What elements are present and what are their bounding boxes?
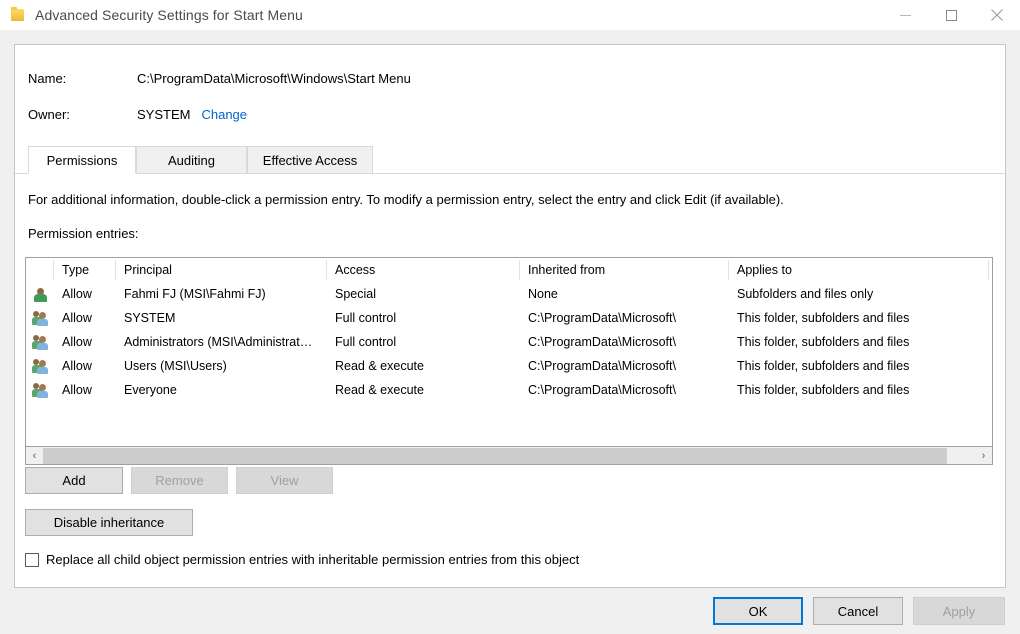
owner-row: Owner: SYSTEM Change bbox=[28, 107, 247, 122]
row-icon-cell bbox=[26, 354, 54, 378]
replace-child-permissions-label: Replace all child object permission entr… bbox=[46, 552, 579, 567]
minimize-icon[interactable] bbox=[882, 0, 928, 30]
group-icon bbox=[32, 358, 48, 374]
remove-button: Remove bbox=[131, 467, 228, 494]
cell-inherited-from: C:\ProgramData\Microsoft\ bbox=[520, 378, 729, 402]
scroll-right-icon[interactable]: › bbox=[975, 448, 992, 464]
scrollbar-track[interactable] bbox=[43, 448, 975, 464]
tab-effective-access-label: Effective Access bbox=[263, 153, 357, 168]
cell-inherited-from: None bbox=[520, 282, 729, 306]
cell-type: Allow bbox=[54, 306, 116, 330]
cell-inherited-from: C:\ProgramData\Microsoft\ bbox=[520, 330, 729, 354]
tab-auditing-label: Auditing bbox=[168, 153, 215, 168]
horizontal-scrollbar[interactable]: ‹ › bbox=[25, 447, 993, 465]
cell-access: Read & execute bbox=[327, 354, 520, 378]
view-button: View bbox=[236, 467, 333, 494]
dialog-panel: Name: C:\ProgramData\Microsoft\Windows\S… bbox=[14, 44, 1006, 588]
tab-strip: Permissions Auditing Effective Access bbox=[15, 146, 1005, 174]
column-header-applies-to[interactable]: Applies to bbox=[729, 258, 989, 282]
name-label: Name: bbox=[28, 71, 137, 86]
scroll-left-icon[interactable]: ‹ bbox=[26, 448, 43, 464]
cell-inherited-from: C:\ProgramData\Microsoft\ bbox=[520, 306, 729, 330]
row-icon-cell bbox=[26, 282, 54, 306]
cell-type: Allow bbox=[54, 282, 116, 306]
table-row[interactable]: Allow Administrators (MSI\Administrat… F… bbox=[26, 330, 992, 354]
title-bar: Advanced Security Settings for Start Men… bbox=[0, 0, 1020, 30]
name-value: C:\ProgramData\Microsoft\Windows\Start M… bbox=[137, 71, 411, 86]
change-owner-link[interactable]: Change bbox=[201, 107, 247, 122]
ok-button[interactable]: OK bbox=[713, 597, 803, 625]
replace-child-permissions-row: Replace all child object permission entr… bbox=[25, 552, 579, 567]
scrollbar-thumb[interactable] bbox=[43, 448, 947, 464]
info-text: For additional information, double-click… bbox=[28, 192, 784, 207]
disable-inheritance-button[interactable]: Disable inheritance bbox=[25, 509, 193, 536]
tab-permissions[interactable]: Permissions bbox=[28, 146, 136, 174]
table-row[interactable]: Allow Users (MSI\Users) Read & execute C… bbox=[26, 354, 992, 378]
cell-access: Read & execute bbox=[327, 378, 520, 402]
cell-applies-to: This folder, subfolders and files bbox=[729, 378, 989, 402]
cell-inherited-from: C:\ProgramData\Microsoft\ bbox=[520, 354, 729, 378]
add-button[interactable]: Add bbox=[25, 467, 123, 494]
cell-type: Allow bbox=[54, 330, 116, 354]
owner-label: Owner: bbox=[28, 107, 137, 122]
group-icon bbox=[32, 310, 48, 326]
replace-child-permissions-checkbox[interactable] bbox=[25, 553, 39, 567]
cancel-button[interactable]: Cancel bbox=[813, 597, 903, 625]
column-header-access[interactable]: Access bbox=[327, 258, 520, 282]
maximize-icon[interactable] bbox=[928, 0, 974, 30]
cell-applies-to: This folder, subfolders and files bbox=[729, 330, 989, 354]
cell-applies-to: Subfolders and files only bbox=[729, 282, 989, 306]
table-row[interactable]: Allow SYSTEM Full control C:\ProgramData… bbox=[26, 306, 992, 330]
table-row[interactable]: Allow Everyone Read & execute C:\Program… bbox=[26, 378, 992, 402]
close-icon[interactable] bbox=[974, 0, 1020, 30]
group-icon bbox=[32, 334, 48, 350]
group-icon bbox=[32, 382, 48, 398]
cell-principal: Everyone bbox=[116, 378, 327, 402]
cell-access: Full control bbox=[327, 330, 520, 354]
cell-principal: Users (MSI\Users) bbox=[116, 354, 327, 378]
permission-entries-label: Permission entries: bbox=[28, 226, 139, 241]
permission-entries-list[interactable]: Type Principal Access Inherited from App… bbox=[25, 257, 993, 447]
cell-type: Allow bbox=[54, 378, 116, 402]
owner-value: SYSTEM bbox=[137, 107, 190, 122]
tab-effective-access[interactable]: Effective Access bbox=[247, 146, 373, 174]
column-header-icon bbox=[26, 258, 54, 282]
cell-access: Full control bbox=[327, 306, 520, 330]
name-row: Name: C:\ProgramData\Microsoft\Windows\S… bbox=[28, 71, 411, 86]
window-title: Advanced Security Settings for Start Men… bbox=[35, 7, 303, 23]
table-row[interactable]: Allow Fahmi FJ (MSI\Fahmi FJ) Special No… bbox=[26, 282, 992, 306]
apply-button: Apply bbox=[913, 597, 1005, 625]
row-icon-cell bbox=[26, 306, 54, 330]
folder-icon bbox=[10, 7, 26, 23]
cell-principal: SYSTEM bbox=[116, 306, 327, 330]
row-icon-cell bbox=[26, 330, 54, 354]
cell-type: Allow bbox=[54, 354, 116, 378]
column-header-type[interactable]: Type bbox=[54, 258, 116, 282]
column-header-inherited-from[interactable]: Inherited from bbox=[520, 258, 729, 282]
user-icon bbox=[32, 286, 48, 302]
cell-principal: Fahmi FJ (MSI\Fahmi FJ) bbox=[116, 282, 327, 306]
cell-applies-to: This folder, subfolders and files bbox=[729, 354, 989, 378]
cell-applies-to: This folder, subfolders and files bbox=[729, 306, 989, 330]
cell-access: Special bbox=[327, 282, 520, 306]
window-controls bbox=[882, 0, 1020, 30]
tab-permissions-label: Permissions bbox=[47, 153, 118, 168]
tab-auditing[interactable]: Auditing bbox=[136, 146, 247, 174]
cell-principal: Administrators (MSI\Administrat… bbox=[116, 330, 327, 354]
column-header-principal[interactable]: Principal bbox=[116, 258, 327, 282]
table-header-row: Type Principal Access Inherited from App… bbox=[26, 258, 992, 282]
row-icon-cell bbox=[26, 378, 54, 402]
